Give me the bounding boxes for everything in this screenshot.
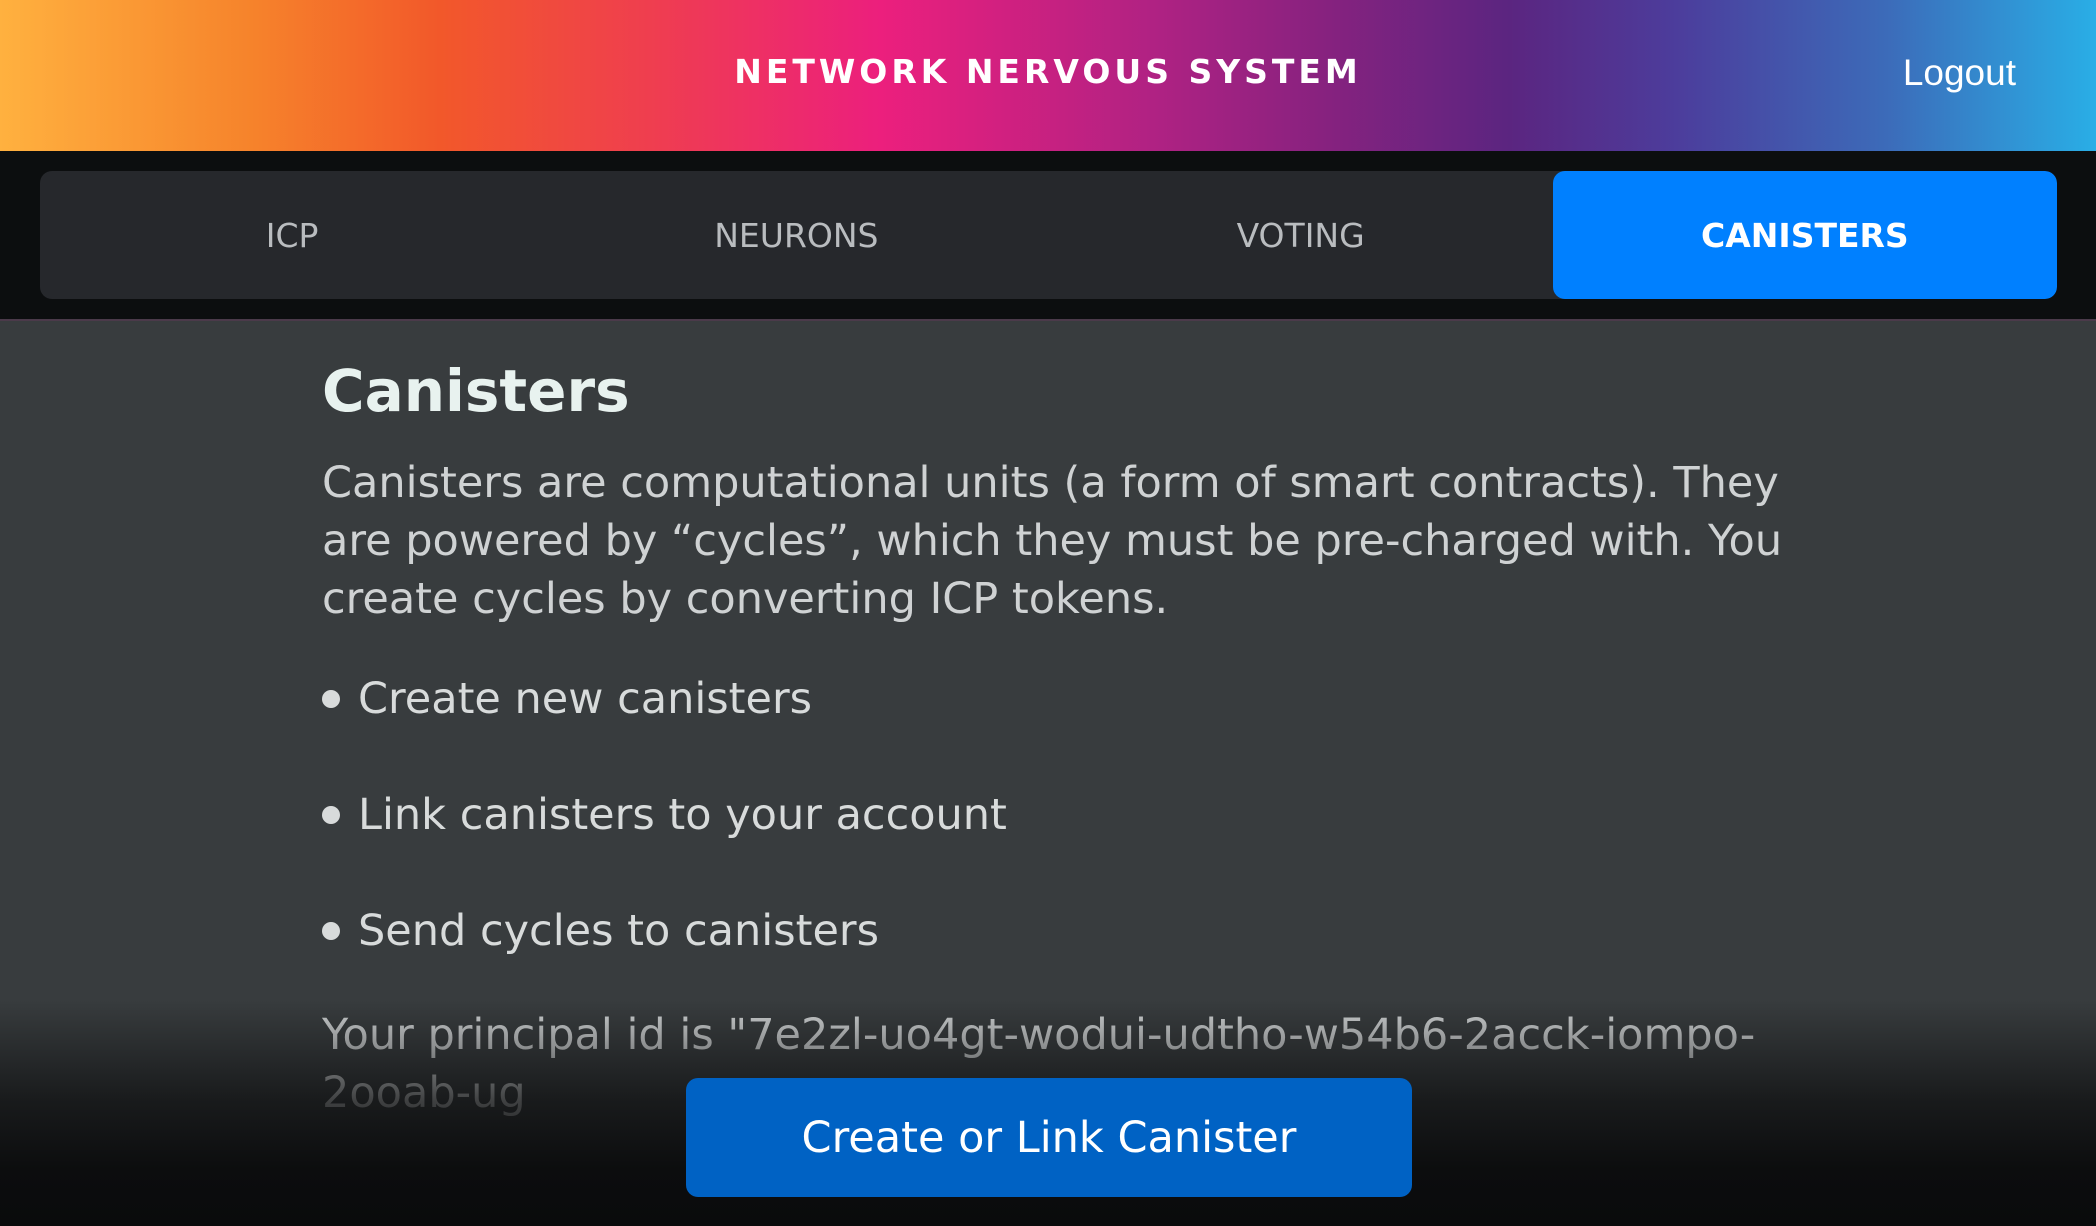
feature-text: Send cycles to canisters: [358, 905, 879, 956]
bullet-icon: [322, 689, 340, 708]
feature-list: Create new canisters Link canisters to y…: [322, 670, 1792, 960]
bullet-icon: [322, 921, 340, 940]
tab-canisters[interactable]: CANISTERS: [1552, 171, 2057, 299]
bullet-icon: [322, 805, 340, 824]
tab-bar-container: ICP NEURONS VOTING CANISTERS: [0, 151, 2096, 321]
feature-text: Link canisters to your account: [358, 789, 1007, 840]
feature-text: Create new canisters: [358, 673, 813, 724]
app-page: NETWORK NERVOUS SYSTEM Logout ICP NEURON…: [0, 0, 2096, 1226]
main-content: Canisters Canisters are computational un…: [322, 357, 1792, 1122]
app-title: NETWORK NERVOUS SYSTEM: [734, 52, 1362, 91]
top-header: NETWORK NERVOUS SYSTEM Logout: [0, 0, 2096, 151]
page-title: Canisters: [322, 357, 630, 425]
tab-bar: ICP NEURONS VOTING CANISTERS: [40, 171, 2057, 299]
feature-item: Link canisters to your account: [322, 786, 1792, 844]
tab-neurons[interactable]: NEURONS: [544, 171, 1048, 299]
feature-item: Send cycles to canisters: [322, 902, 1792, 960]
create-or-link-canister-button[interactable]: Create or Link Canister: [686, 1078, 1412, 1197]
page-description: Canisters are computational units (a for…: [322, 457, 1783, 624]
tab-voting[interactable]: VOTING: [1049, 171, 1553, 299]
logout-link[interactable]: Logout: [1903, 52, 2016, 94]
tab-icp[interactable]: ICP: [40, 171, 544, 299]
feature-item: Create new canisters: [322, 670, 1792, 728]
